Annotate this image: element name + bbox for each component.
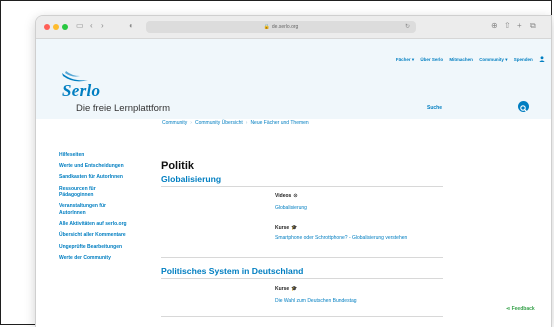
breadcrumb-community-overview[interactable]: Community Übersicht [195, 120, 243, 126]
nav-spenden[interactable]: Spenden [514, 57, 533, 62]
browser-toolbar: ▭ ‹ › ◐ 🔒 de.serlo.org ↻ ⊕ ⇧ + ⧉ [36, 16, 551, 39]
forward-icon[interactable]: › [101, 20, 104, 32]
sidebar-item-hilfeseiten[interactable]: Hilfeseiten [59, 152, 129, 159]
page-title: Politik [161, 160, 195, 172]
sidebar-item-werte-community[interactable]: Werte der Community [59, 255, 129, 262]
sidebar-item-alle-aktivitaeten[interactable]: Alle Aktivitäten auf serlo.org [59, 221, 129, 228]
breadcrumb-separator-icon: › [245, 120, 248, 126]
logo-text[interactable]: Serlo [62, 81, 100, 101]
tagline: Die freie Lernplattform [76, 103, 170, 114]
link-course-bundestag[interactable]: Die Wahl zum Deutschen Bundestag [275, 298, 357, 304]
section-divider [161, 186, 443, 187]
graduation-cap-icon: 🎓 [291, 286, 298, 292]
sidebar-toggle-icon[interactable]: ▭ [76, 20, 84, 32]
breadcrumb-separator-icon: › [190, 120, 192, 126]
site-header: Fächer ▾ Über Serlo Mitmachen Community … [36, 39, 551, 119]
video-play-icon: ⊙ [293, 193, 298, 199]
feedback-label: Feedback [511, 306, 535, 312]
address-bar[interactable]: 🔒 de.serlo.org ↻ [146, 21, 416, 33]
section-divider [161, 257, 443, 258]
breadcrumb-community[interactable]: Community [162, 120, 187, 126]
nav-faecher[interactable]: Fächer ▾ [396, 57, 414, 62]
new-tab-icon[interactable]: + [517, 20, 522, 32]
user-icon[interactable] [539, 56, 545, 62]
search-label[interactable]: Suche [427, 105, 442, 111]
back-icon[interactable]: ‹ [90, 20, 93, 32]
kurse-label: Kurse [275, 225, 290, 231]
minimize-window-button[interactable] [53, 24, 59, 30]
sidebar-item-ressourcen[interactable]: Ressourcen für Pädagoginnen [59, 186, 129, 199]
lock-icon: 🔒 [263, 24, 270, 30]
link-course-smartphone[interactable]: Smartphone oder Schrottphone? - Globalis… [275, 235, 445, 241]
section-heading-politisches-system[interactable]: Politisches System in Deutschland [161, 266, 303, 276]
search-icon [520, 105, 527, 112]
kurse-label: Kurse [275, 286, 290, 292]
nav-community[interactable]: Community ▾ [479, 57, 507, 62]
nav-ueber-serlo[interactable]: Über Serlo [420, 57, 443, 62]
sidebar-item-werte-entscheidungen[interactable]: Werte und Entscheidungen [59, 163, 129, 170]
sidebar: Hilfeseiten Werte und Entscheidungen San… [59, 152, 129, 266]
sidebar-item-kommentare[interactable]: Übersicht aller Kommentare [59, 232, 129, 239]
tab-overview-icon[interactable]: ⧉ [530, 20, 536, 32]
address-bar-text: 🔒 de.serlo.org [146, 21, 416, 33]
sidebar-item-sandkasten[interactable]: Sandkasten für AutorInnen [59, 174, 129, 181]
search-button[interactable] [518, 101, 529, 112]
nav-mitmachen[interactable]: Mitmachen [449, 57, 473, 62]
browser-window: ▭ ‹ › ◐ 🔒 de.serlo.org ↻ ⊕ ⇧ + ⧉ Fächer ▾… [36, 16, 551, 327]
reload-icon[interactable]: ↻ [405, 21, 410, 33]
sidebar-item-ungepruefte[interactable]: Ungeprüfte Bearbeitungen [59, 244, 129, 251]
top-navigation: Fächer ▾ Über Serlo Mitmachen Community … [391, 55, 545, 63]
download-icon[interactable]: ⊕ [491, 20, 498, 32]
breadcrumb: Community › Community Übersicht › Neue Fäche… [162, 120, 309, 126]
videos-heading: Videos ⊙ [275, 193, 298, 199]
graduation-cap-icon: 🎓 [291, 225, 298, 231]
breadcrumb-new-subjects[interactable]: Neue Fächer und Themen [250, 120, 308, 126]
close-window-button[interactable] [44, 24, 50, 30]
sidebar-item-veranstaltungen[interactable]: Veranstaltungen für AutorInnen [59, 203, 129, 216]
videos-label: Videos [275, 193, 292, 199]
section-heading-globalisierung[interactable]: Globalisierung [161, 174, 221, 184]
section-divider [161, 278, 443, 279]
privacy-shield-icon[interactable]: ◐ [129, 20, 134, 32]
kurse-heading: Kurse 🎓 [275, 225, 297, 231]
feedback-button[interactable]: ⋖ Feedback [506, 306, 535, 312]
kurse-heading: Kurse 🎓 [275, 286, 297, 292]
section-divider [161, 316, 443, 317]
zoom-window-button[interactable] [62, 24, 68, 30]
share-icon[interactable]: ⇧ [504, 20, 511, 32]
link-video-globalisierung[interactable]: Globalisierung [275, 205, 307, 211]
url-value: de.serlo.org [271, 24, 299, 30]
share-feedback-icon: ⋖ [506, 306, 511, 312]
